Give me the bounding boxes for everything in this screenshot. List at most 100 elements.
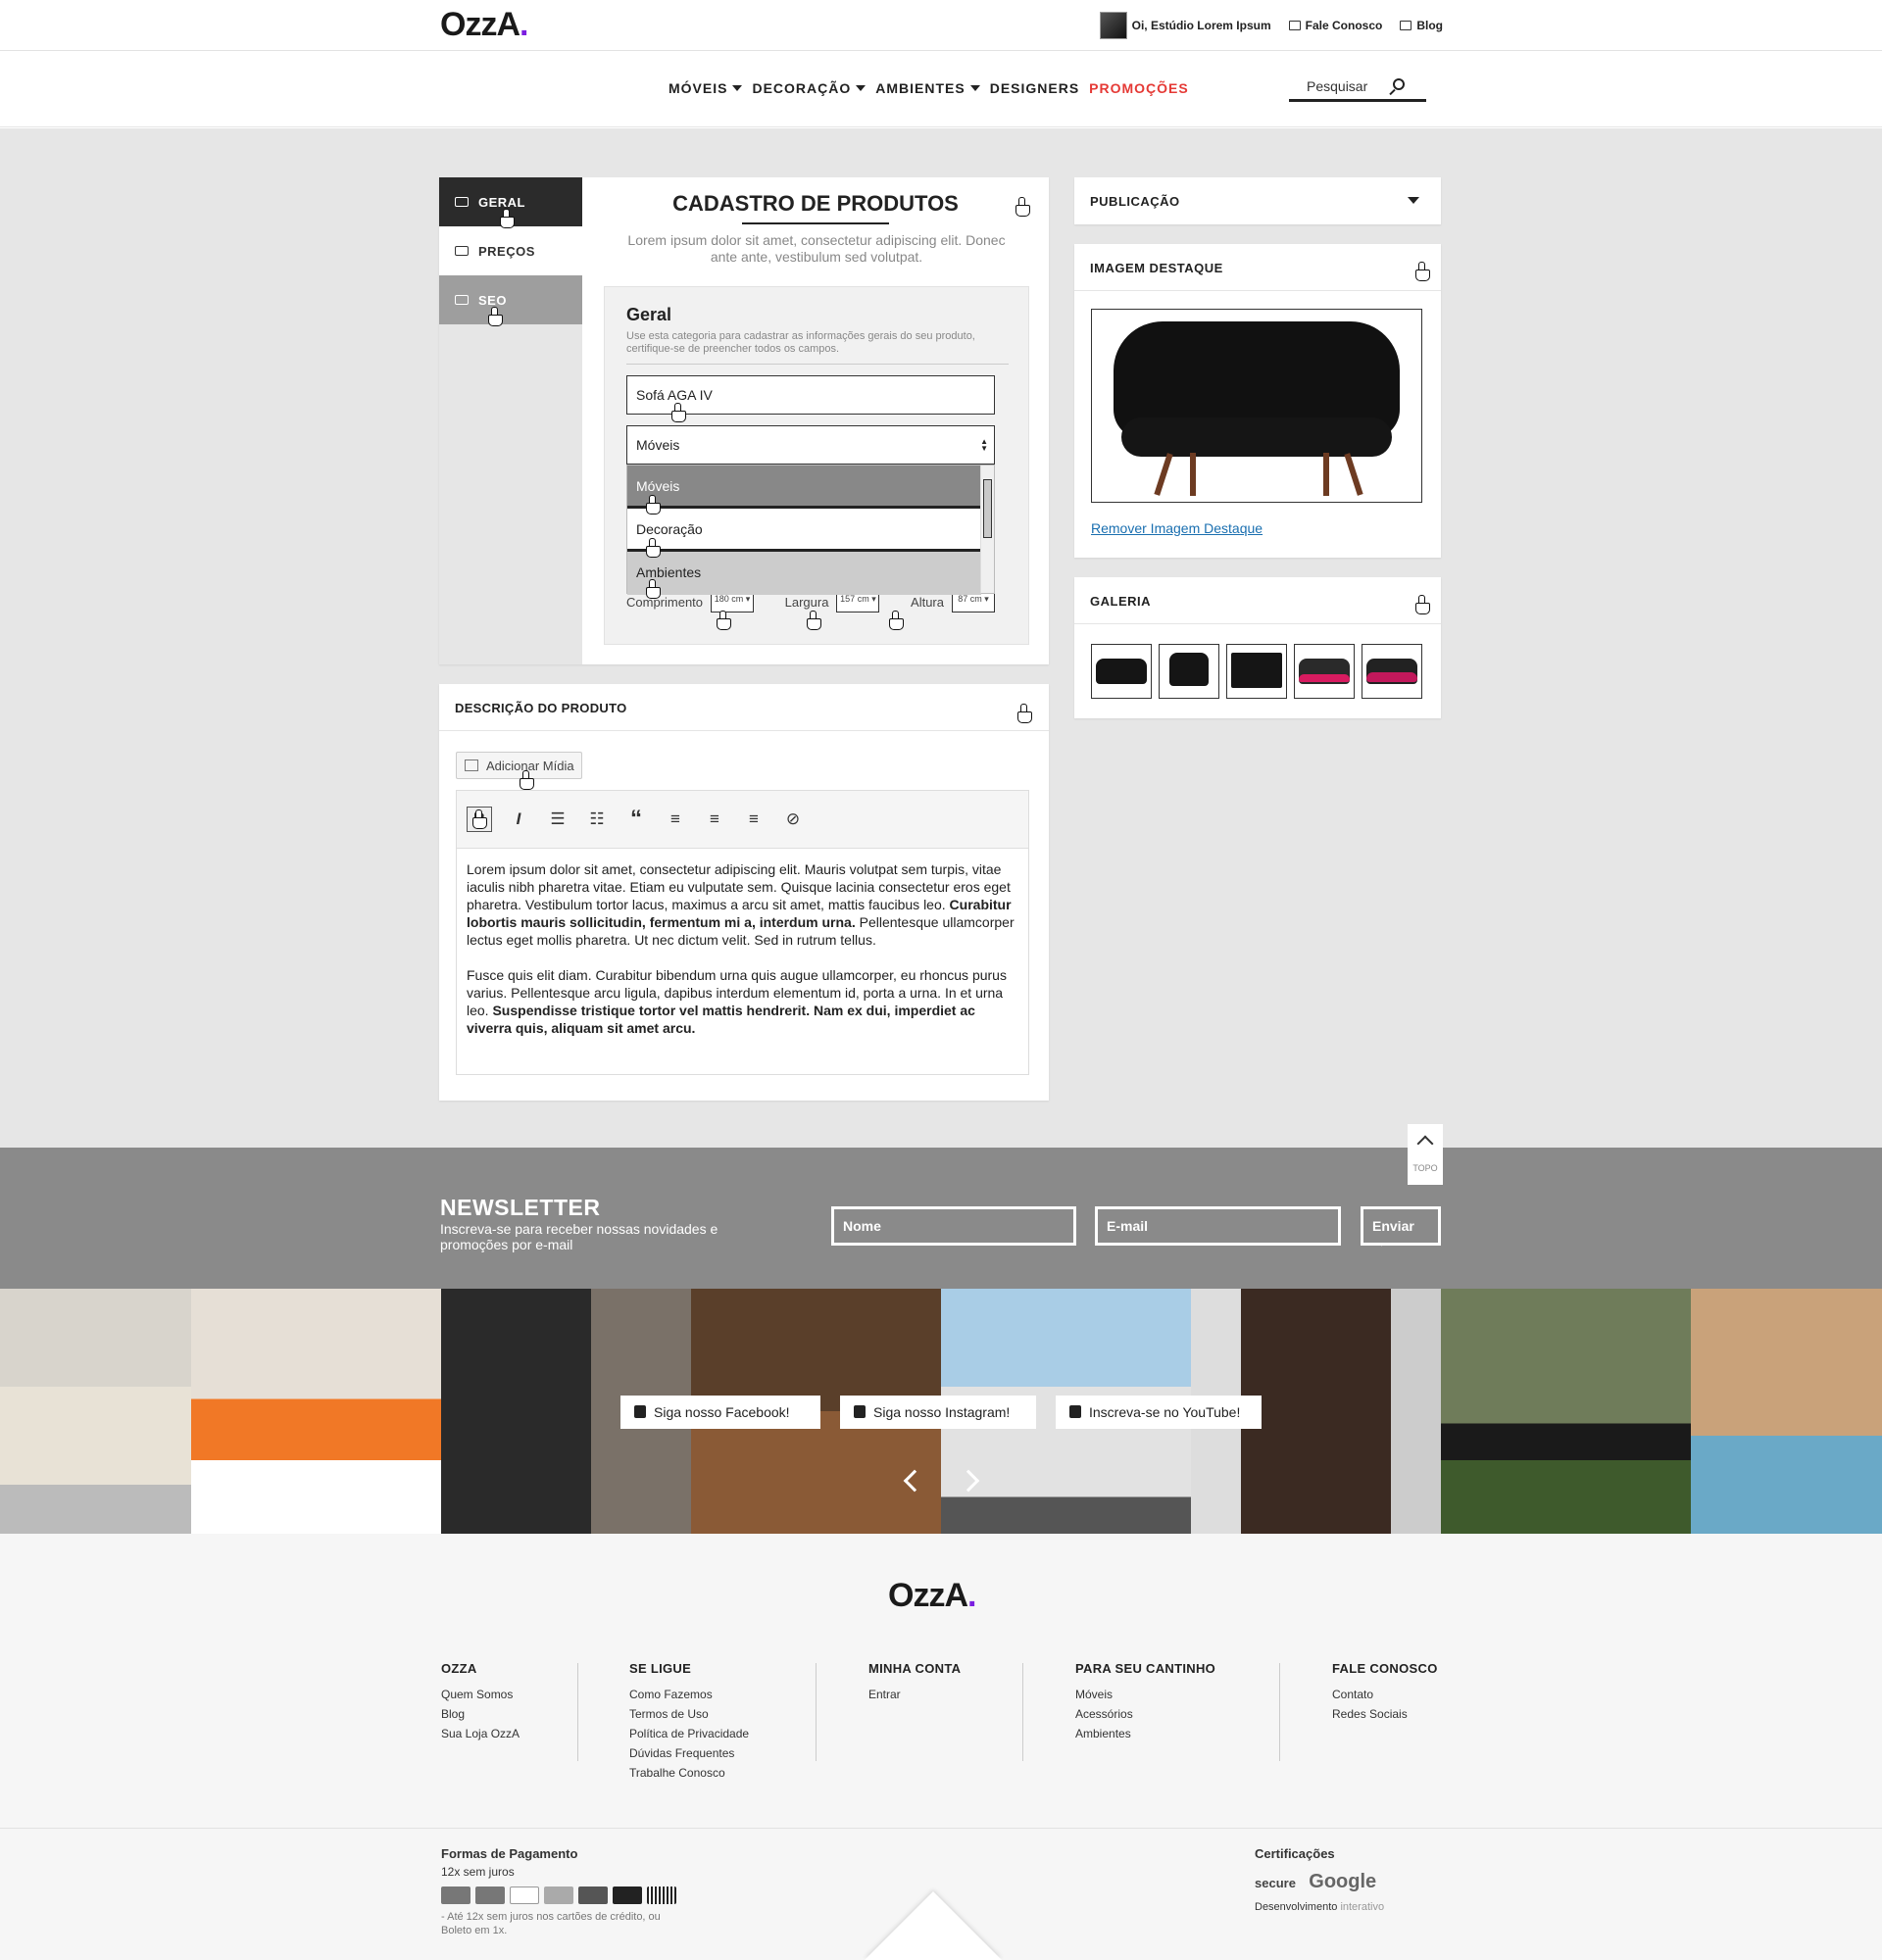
align-left-icon[interactable]: ≡: [663, 807, 688, 832]
footer-divider: [577, 1663, 578, 1761]
newsletter-title: NEWSLETTER: [440, 1195, 601, 1220]
dropdown-option-decoracao[interactable]: Decoração: [627, 509, 981, 552]
footer-link[interactable]: Redes Sociais: [1332, 1704, 1438, 1724]
footer-link[interactable]: Contato: [1332, 1685, 1438, 1704]
nav-item-moveis[interactable]: MÓVEIS: [669, 80, 743, 96]
height-value: 87: [958, 594, 968, 604]
align-right-icon[interactable]: ≡: [741, 807, 767, 832]
nav-item-designers[interactable]: DESIGNERS: [990, 80, 1079, 96]
dev-name[interactable]: interativo: [1340, 1901, 1384, 1913]
footer-link[interactable]: Trabalhe Conosco: [629, 1763, 749, 1783]
hand-cursor-icon: [472, 809, 487, 829]
mail-icon: [1288, 21, 1301, 30]
gallery-thumb[interactable]: [1226, 644, 1287, 699]
facebook-icon: [634, 1405, 646, 1418]
photo-tile[interactable]: [1691, 1289, 1882, 1534]
product-name-value: Sofá AGA IV: [636, 387, 713, 403]
blog-link[interactable]: Blog: [1400, 19, 1443, 32]
featured-image-panel: IMAGEM DESTAQUE Remover Imagem Destaque: [1074, 244, 1441, 558]
panel-title: IMAGEM DESTAQUE: [1090, 261, 1223, 275]
newsletter-email-input[interactable]: E-mail: [1095, 1206, 1341, 1246]
footer-link[interactable]: Blog: [441, 1704, 520, 1724]
footer-divider: [816, 1663, 817, 1761]
blog-link-label: Blog: [1416, 19, 1443, 32]
footer-link[interactable]: Política de Privacidade: [629, 1724, 749, 1743]
editor-toolbar: B I ☰ ☷ “ ≡ ≡ ≡ ⊘: [456, 790, 1029, 849]
panel-title: PUBLICAÇÃO: [1090, 194, 1180, 209]
italic-button[interactable]: I: [506, 807, 531, 832]
width-value: 157: [840, 594, 856, 604]
user-greeting[interactable]: Oi, Estúdio Lorem Ipsum: [1099, 12, 1271, 39]
photo-tile[interactable]: [0, 1289, 191, 1534]
paragraph: Lorem ipsum dolor sit amet, consectetur …: [467, 860, 1018, 949]
length-unit: cm: [731, 594, 744, 604]
facebook-button[interactable]: Siga nosso Facebook!: [620, 1396, 820, 1429]
align-center-icon[interactable]: ≡: [702, 807, 727, 832]
page-subtitle: Lorem ipsum dolor sit amet, consectetur …: [627, 232, 1006, 265]
footer-col-title: MINHA CONTA: [868, 1661, 962, 1676]
gallery-thumb[interactable]: [1159, 644, 1219, 699]
caret-down-icon: [969, 85, 980, 91]
photo-tile[interactable]: [1441, 1289, 1691, 1534]
description-textarea[interactable]: Lorem ipsum dolor sit amet, consectetur …: [456, 849, 1029, 1075]
dropdown-option-ambientes[interactable]: Ambientes: [627, 552, 981, 595]
link-icon[interactable]: ⊘: [780, 807, 806, 832]
seal-label: secure: [1255, 1876, 1296, 1890]
globalsign-seal[interactable]: secure: [1255, 1876, 1296, 1890]
youtube-button[interactable]: Inscreva-se no YouTube!: [1056, 1396, 1262, 1429]
tab-precos[interactable]: PREÇOS: [439, 226, 582, 275]
numbered-list-icon[interactable]: ☷: [584, 807, 610, 832]
footer-link[interactable]: Sua Loja OzzA: [441, 1724, 520, 1743]
instagram-button[interactable]: Siga nosso Instagram!: [840, 1396, 1036, 1429]
newsletter-section: NEWSLETTER Inscreva-se para receber noss…: [0, 1124, 1882, 1289]
logo[interactable]: OzzA.: [440, 6, 529, 44]
payment-subtitle: 12x sem juros: [441, 1865, 515, 1879]
payment-cards: [441, 1886, 686, 1904]
footer-link[interactable]: Acessórios: [1075, 1704, 1215, 1724]
instagram-photo-strip: Siga nosso Facebook! Siga nosso Instagra…: [0, 1289, 1882, 1534]
tab-seo[interactable]: SEO: [439, 275, 582, 324]
gallery-thumb[interactable]: [1294, 644, 1355, 699]
dropdown-option-moveis[interactable]: Móveis: [627, 466, 981, 509]
footer-col-title: FALE CONOSCO: [1332, 1661, 1438, 1676]
nav-item-decoracao[interactable]: DECORAÇÃO: [752, 80, 867, 96]
nav-item-promocoes[interactable]: PROMOÇÕES: [1089, 80, 1189, 96]
caret-down-icon: [732, 85, 743, 91]
product-description-card: DESCRIÇÃO DO PRODUTO Adicionar Mídia B I…: [439, 684, 1049, 1101]
photo-tile[interactable]: [191, 1289, 441, 1534]
footer-link[interactable]: Entrar: [868, 1685, 961, 1704]
panel-title: DESCRIÇÃO DO PRODUTO: [455, 701, 627, 715]
updown-arrows-icon: ▲ ▼: [980, 437, 988, 453]
bulleted-list-icon[interactable]: ☰: [545, 807, 570, 832]
newsletter-submit-button[interactable]: Enviar →: [1361, 1206, 1441, 1250]
remove-featured-image-link[interactable]: Remover Imagem Destaque: [1091, 520, 1263, 536]
footer-link[interactable]: Ambientes: [1075, 1724, 1215, 1743]
contact-link[interactable]: Fale Conosco: [1288, 19, 1382, 32]
search-input[interactable]: Pesquisar: [1289, 73, 1426, 102]
gallery-thumb[interactable]: [1091, 644, 1152, 699]
gallery-thumb[interactable]: [1362, 644, 1422, 699]
footer-link[interactable]: Termos de Uso: [629, 1704, 749, 1724]
nav-label: AMBIENTES: [875, 80, 966, 96]
nav-label: PROMOÇÕES: [1089, 80, 1189, 96]
newsletter-name-input[interactable]: Nome: [831, 1206, 1076, 1246]
footer-link[interactable]: Móveis: [1075, 1685, 1215, 1704]
nav-item-ambientes[interactable]: AMBIENTES: [875, 80, 980, 96]
category-select[interactable]: Móveis ▲ ▼: [626, 425, 995, 465]
dropdown-scrollbar[interactable]: [980, 466, 994, 593]
featured-image[interactable]: [1091, 309, 1422, 503]
footer-link[interactable]: Dúvidas Frequentes: [629, 1743, 749, 1763]
chevron-down-icon[interactable]: [1408, 197, 1419, 204]
quote-icon[interactable]: “: [623, 806, 649, 832]
footer-logo[interactable]: OzzA.: [888, 1577, 977, 1615]
google-safe-browsing-seal[interactable]: Google: [1309, 1871, 1376, 1893]
footer-link[interactable]: Quem Somos: [441, 1685, 520, 1704]
publicacao-panel[interactable]: PUBLICAÇÃO: [1074, 177, 1441, 224]
payment-title: Formas de Pagamento: [441, 1846, 578, 1861]
top-bar: OzzA. Oi, Estúdio Lorem Ipsum Fale Conos…: [0, 0, 1882, 51]
scrollbar-thumb[interactable]: [983, 479, 992, 538]
search-icon[interactable]: [1393, 78, 1405, 90]
back-to-top-button[interactable]: TOPO: [1408, 1124, 1443, 1185]
width-unit: cm: [857, 594, 869, 604]
footer-link[interactable]: Como Fazemos: [629, 1685, 749, 1704]
